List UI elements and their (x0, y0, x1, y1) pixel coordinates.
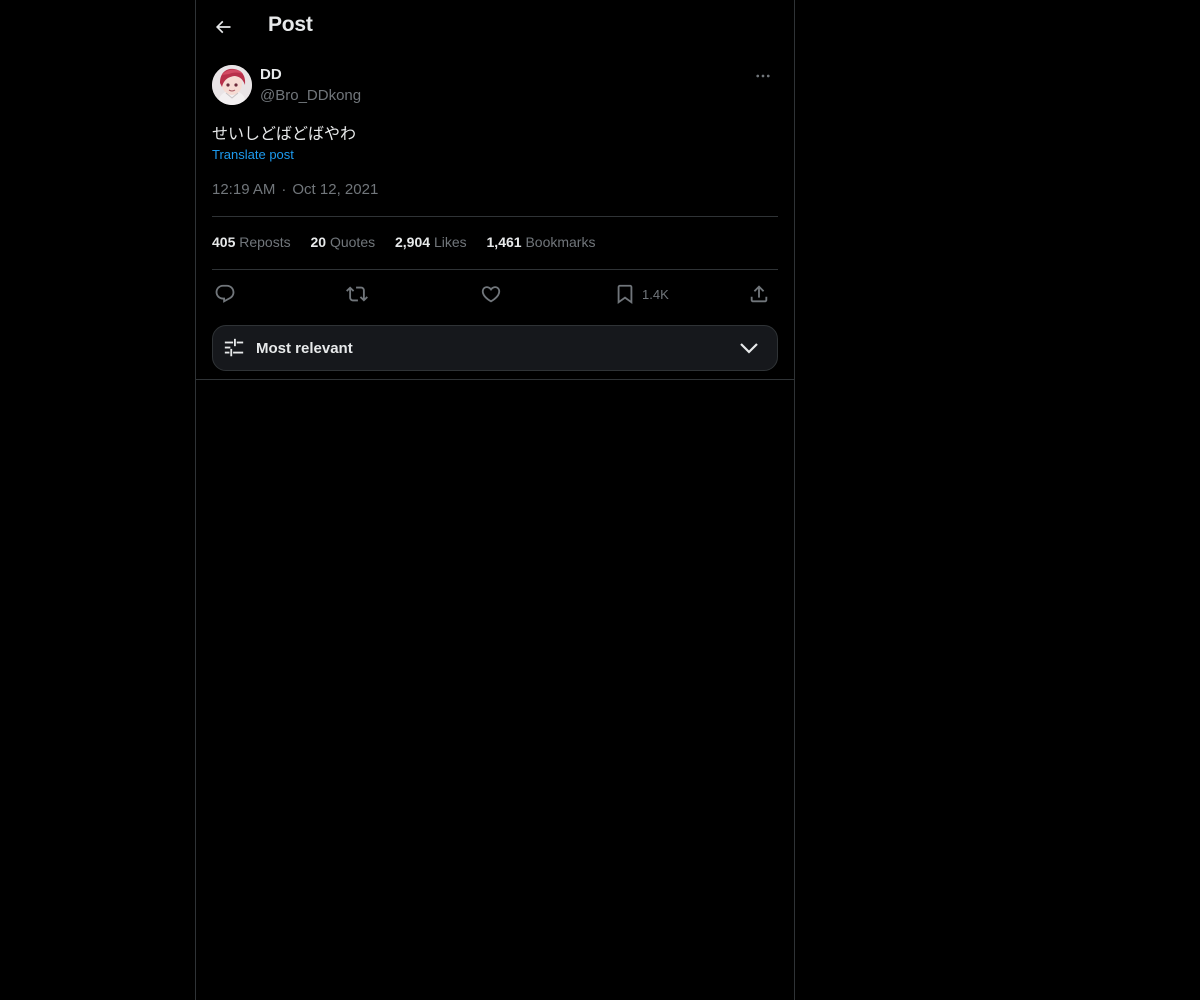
stat-likes[interactable]: 2,904 Likes (395, 234, 467, 250)
stat-quotes-count: 20 (310, 234, 327, 250)
post-time: 12:19 AM (212, 181, 276, 198)
repost-button[interactable] (346, 280, 368, 308)
avatar[interactable] (212, 65, 252, 105)
stat-reposts-label: Reposts (239, 234, 291, 250)
back-button[interactable] (206, 10, 240, 44)
share-button[interactable] (748, 280, 770, 308)
chevron-down-icon (740, 343, 758, 354)
avatar-image (212, 65, 252, 105)
post-actions: 1.4K (212, 280, 778, 308)
more-options-button[interactable] (748, 64, 778, 88)
stat-bookmarks[interactable]: 1,461 Bookmarks (487, 234, 596, 250)
divider (212, 216, 778, 217)
reply-sort-dropdown[interactable]: Most relevant (212, 325, 778, 371)
bookmark-count: 1.4K (642, 286, 669, 302)
post-date: Oct 12, 2021 (292, 181, 379, 198)
share-icon (750, 285, 768, 303)
repost-icon (346, 286, 368, 302)
more-horizontal-icon (756, 74, 770, 78)
divider (212, 269, 778, 270)
stat-reposts-count: 405 (212, 234, 236, 250)
reply-icon (215, 284, 235, 303)
post-text: せいしどばどばやわ (212, 124, 357, 143)
post-timestamp[interactable]: 12:19 AM · Oct 12, 2021 (212, 181, 378, 198)
post-stats: 405 Reposts 20 Quotes 2,904 Likes 1,461 … (212, 234, 611, 250)
bookmark-icon (617, 284, 633, 305)
stat-likes-count: 2,904 (395, 234, 431, 250)
like-button[interactable] (480, 280, 502, 308)
post-author: DD @Bro_DDkong (212, 64, 778, 108)
divider (196, 379, 794, 380)
stat-reposts[interactable]: 405 Reposts (212, 234, 291, 250)
stat-bookmarks-label: Bookmarks (525, 234, 596, 250)
sliders-icon (224, 338, 244, 357)
primary-column: Post DD @Bro_DDkong せいしどばどばやわ Translate … (195, 0, 795, 1000)
bookmark-button[interactable]: 1.4K (614, 280, 669, 308)
display-name[interactable]: DD (260, 66, 282, 83)
sort-label: Most relevant (256, 340, 353, 357)
page-title: Post (268, 13, 313, 36)
user-handle[interactable]: @Bro_DDkong (260, 87, 361, 104)
timestamp-separator: · (281, 181, 287, 198)
page-header: Post (196, 0, 794, 54)
heart-icon (481, 286, 501, 303)
translate-post-link[interactable]: Translate post (212, 147, 294, 162)
stat-quotes[interactable]: 20 Quotes (311, 234, 376, 250)
stat-quotes-label: Quotes (329, 234, 376, 250)
stat-likes-label: Likes (433, 234, 467, 250)
stat-bookmarks-count: 1,461 (486, 234, 522, 250)
reply-button[interactable] (214, 280, 236, 308)
arrow-left-icon (215, 20, 231, 34)
